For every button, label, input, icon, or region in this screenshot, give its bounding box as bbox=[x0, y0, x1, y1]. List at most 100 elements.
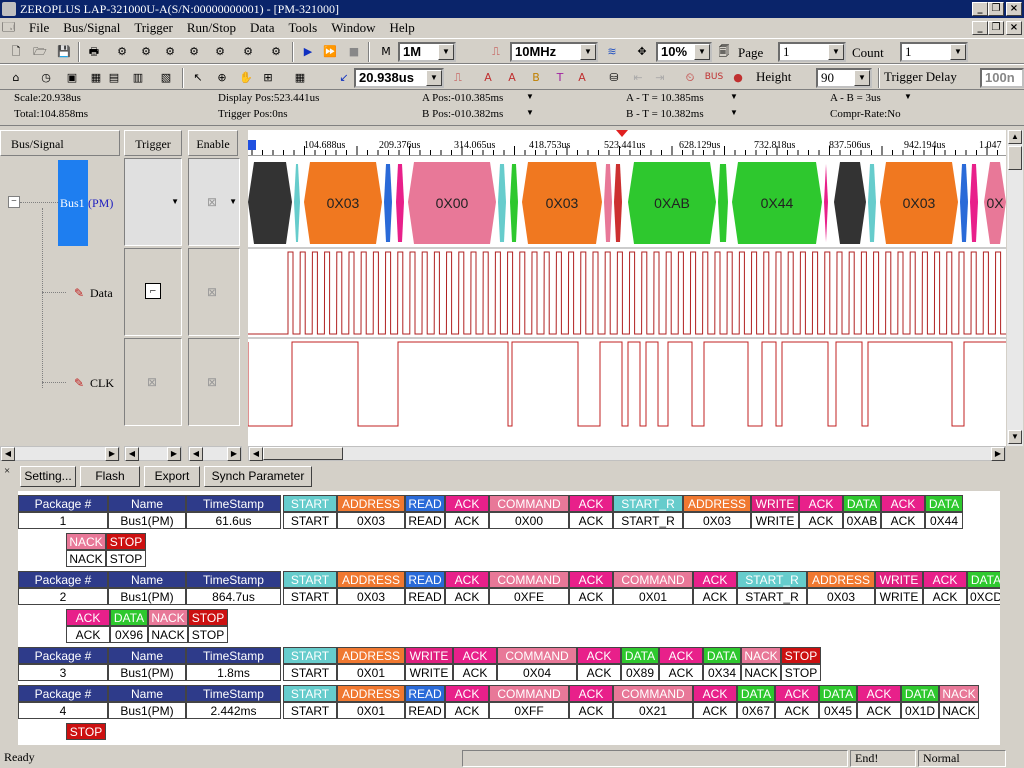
packet-vscroll[interactable] bbox=[1002, 491, 1018, 745]
trigger-pos-select[interactable]: 10% ▼ bbox=[656, 42, 712, 62]
panel-close-icon[interactable]: × bbox=[4, 465, 10, 477]
stop-icon[interactable]: ■ bbox=[344, 42, 364, 61]
package-number-value[interactable]: 2 bbox=[18, 588, 108, 605]
view-b-icon[interactable]: ▥ bbox=[128, 68, 148, 87]
field-data-value[interactable]: 0X96 bbox=[110, 626, 148, 643]
setting-button[interactable]: Setting... bbox=[20, 466, 76, 487]
tool-f-icon[interactable]: ⚙ bbox=[238, 42, 258, 61]
bus-enable-cell[interactable]: ⊠ ▼ bbox=[188, 158, 240, 246]
menu-trigger[interactable]: Trigger bbox=[134, 20, 173, 36]
field-ack-value[interactable]: ACK bbox=[453, 664, 497, 681]
field-ack-value[interactable]: ACK bbox=[923, 588, 967, 605]
collapse-icon[interactable]: − bbox=[8, 196, 20, 208]
trigger-delay-input[interactable]: 100n bbox=[980, 68, 1024, 88]
home-icon[interactable]: ⌂ bbox=[6, 68, 26, 87]
run-icon[interactable]: ▶ bbox=[298, 42, 318, 61]
packet-name-value[interactable]: Bus1(PM) bbox=[108, 664, 186, 681]
field-start_r-value[interactable]: START_R bbox=[737, 588, 807, 605]
grid-icon[interactable]: ▦ bbox=[86, 68, 106, 87]
field-ack-value[interactable]: ACK bbox=[659, 664, 703, 681]
next-icon[interactable]: ⇥ bbox=[650, 68, 670, 87]
field-address-value[interactable]: 0X01 bbox=[337, 664, 405, 681]
menu-data[interactable]: Data bbox=[250, 20, 275, 36]
field-ack-value[interactable]: ACK bbox=[569, 588, 613, 605]
field-address-value[interactable]: 0X03 bbox=[337, 588, 405, 605]
field-ack-value[interactable]: ACK bbox=[569, 702, 613, 719]
time-ruler[interactable]: 104.688us 209.376us 314.065us 418.753us 523.… bbox=[248, 130, 1006, 156]
field-read-value[interactable]: READ bbox=[405, 702, 445, 719]
field-read-value[interactable]: READ bbox=[405, 588, 445, 605]
sample-rate-select[interactable]: 10MHz ▼ bbox=[510, 42, 598, 62]
run-repeat-icon[interactable]: ⏩ bbox=[320, 42, 340, 61]
menu-file[interactable]: File bbox=[29, 20, 49, 36]
field-ack-value[interactable]: ACK bbox=[693, 588, 737, 605]
field-nack-value[interactable]: NACK bbox=[741, 664, 781, 681]
zoom-icon[interactable]: ⊕ bbox=[212, 68, 232, 87]
b-t-dropdown-icon[interactable]: ▼ bbox=[730, 108, 738, 117]
bar-d-icon[interactable]: T bbox=[550, 68, 570, 87]
field-ack-value[interactable]: ACK bbox=[881, 512, 925, 529]
pointer-icon[interactable]: ↖ bbox=[188, 68, 208, 87]
color-icon[interactable]: ● bbox=[728, 68, 748, 87]
waveform-hscroll[interactable]: ◀ ▶ bbox=[248, 446, 1006, 461]
field-ack-value[interactable]: ACK bbox=[775, 702, 819, 719]
field-write-value[interactable]: WRITE bbox=[751, 512, 799, 529]
prev-icon[interactable]: ⇤ bbox=[628, 68, 648, 87]
a-b-dropdown-icon[interactable]: ▼ bbox=[904, 92, 912, 101]
waveform-vscroll[interactable]: ▲ ▼ bbox=[1007, 130, 1023, 446]
field-address-value[interactable]: 0X03 bbox=[807, 588, 875, 605]
new-icon[interactable]: 🗋 bbox=[6, 42, 26, 61]
timestamp-value[interactable]: 61.6us bbox=[186, 512, 281, 529]
screen-icon[interactable]: ▣ bbox=[62, 68, 82, 87]
field-ack-value[interactable]: ACK bbox=[66, 626, 110, 643]
memory-icon[interactable]: M bbox=[376, 42, 396, 61]
a-t-dropdown-icon[interactable]: ▼ bbox=[730, 92, 738, 101]
scale-icon[interactable]: ↙ bbox=[334, 68, 354, 87]
packet-name-value[interactable]: Bus1(PM) bbox=[108, 512, 186, 529]
field-data-value[interactable]: 0XCD bbox=[967, 588, 1000, 605]
field-nack-value[interactable]: NACK bbox=[66, 550, 106, 567]
save-icon[interactable]: 💾 bbox=[54, 42, 74, 61]
data-trigger-cell[interactable]: ⌐ bbox=[124, 248, 182, 336]
clk-signal-label[interactable]: CLK bbox=[90, 376, 114, 391]
field-data-value[interactable]: 0X89 bbox=[621, 664, 659, 681]
synch-parameter-button[interactable]: Synch Parameter bbox=[204, 466, 312, 487]
bus-icon[interactable]: BUS bbox=[704, 68, 724, 87]
bus-trigger-cell[interactable]: ▼ bbox=[124, 158, 182, 246]
field-address-value[interactable]: 0X03 bbox=[337, 512, 405, 529]
field-write-value[interactable]: WRITE bbox=[875, 588, 923, 605]
count-select[interactable]: 1 ▼ bbox=[900, 42, 968, 62]
field-command-value[interactable]: 0X01 bbox=[613, 588, 693, 605]
tool-c-icon[interactable]: ⚙ bbox=[160, 42, 180, 61]
bus-name[interactable]: Bus1 bbox=[60, 196, 85, 211]
export-button[interactable]: Export bbox=[144, 466, 200, 487]
bar-b-icon[interactable]: A bbox=[502, 68, 522, 87]
timestamp-value[interactable]: 1.8ms bbox=[186, 664, 281, 681]
packet-name-value[interactable]: Bus1(PM) bbox=[108, 588, 186, 605]
minimize-button[interactable]: _ bbox=[972, 2, 988, 16]
wave-icon[interactable]: ≋ bbox=[602, 42, 622, 61]
bar-a-icon[interactable]: A bbox=[478, 68, 498, 87]
field-start-value[interactable]: START bbox=[283, 512, 337, 529]
clock-settings-icon[interactable]: ◷ bbox=[36, 68, 56, 87]
field-stop-value[interactable]: STOP bbox=[106, 550, 146, 567]
sample-depth-select[interactable]: 1M ▼ bbox=[398, 42, 456, 62]
clk-enable-cell[interactable]: ⊠ bbox=[188, 338, 240, 426]
field-command-value[interactable]: 0X00 bbox=[489, 512, 569, 529]
field-data-value[interactable]: 0X1D bbox=[901, 702, 939, 719]
field-data-value[interactable]: 0X67 bbox=[737, 702, 775, 719]
hand-icon[interactable]: ✋ bbox=[236, 68, 256, 87]
field-stop-value[interactable]: STOP bbox=[188, 626, 228, 643]
packet-name-value[interactable]: Bus1(PM) bbox=[108, 702, 186, 719]
field-stop-value[interactable]: STOP bbox=[781, 664, 821, 681]
find-icon[interactable]: ⛁ bbox=[604, 68, 624, 87]
doc-icon[interactable]: 🗔 bbox=[2, 18, 22, 39]
bus-wave-icon[interactable]: ⎍ bbox=[448, 68, 468, 87]
tool-a-icon[interactable]: ⚙ bbox=[112, 42, 132, 61]
field-start-value[interactable]: START bbox=[283, 588, 337, 605]
child-close-button[interactable]: × bbox=[1006, 21, 1022, 35]
tool-e-icon[interactable]: ⚙ bbox=[210, 42, 230, 61]
view-c-icon[interactable]: ▧ bbox=[156, 68, 176, 87]
field-start-value[interactable]: START bbox=[283, 664, 337, 681]
field-data-value[interactable]: 0X45 bbox=[819, 702, 857, 719]
